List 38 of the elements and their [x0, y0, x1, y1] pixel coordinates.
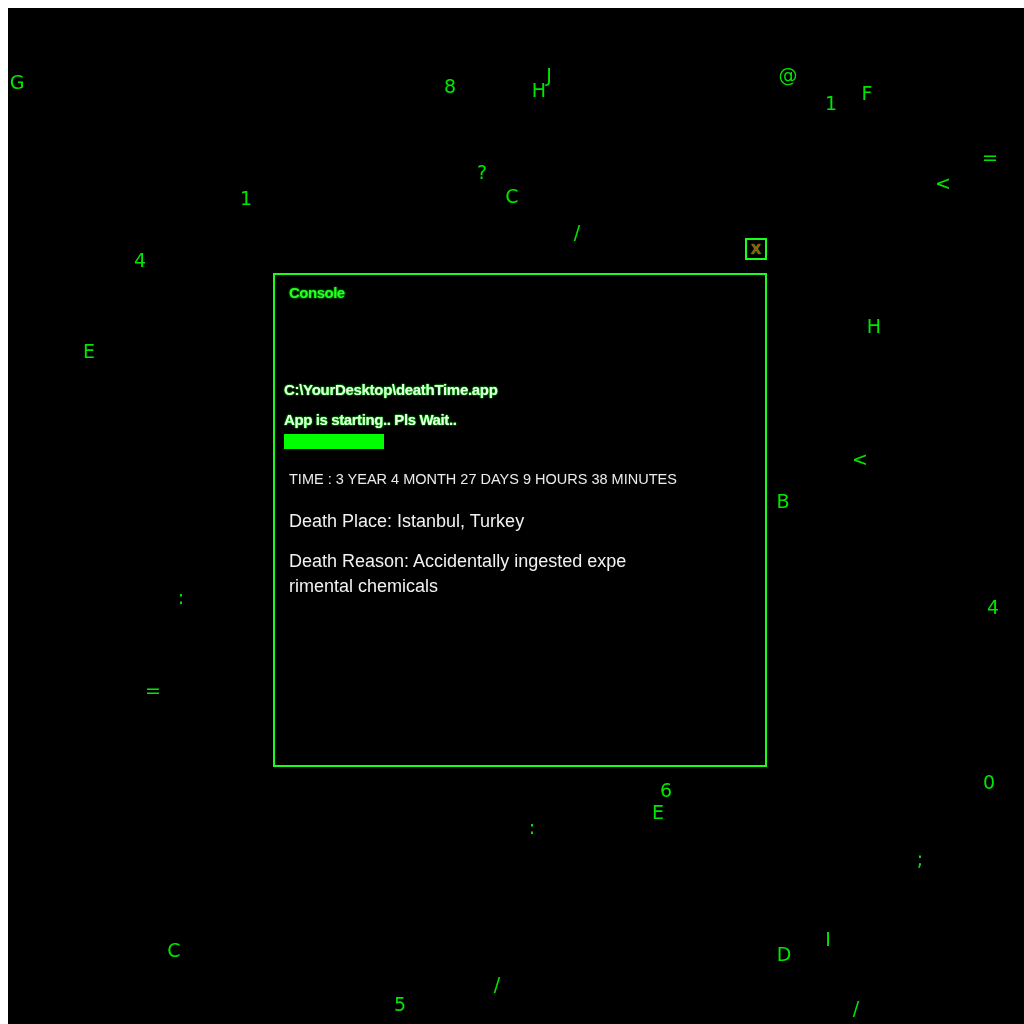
- matrix-character: 6: [659, 780, 673, 800]
- close-button[interactable]: X: [745, 238, 767, 260]
- matrix-character: ;: [916, 849, 924, 869]
- matrix-character: G: [9, 72, 25, 92]
- matrix-character: F: [861, 83, 873, 103]
- matrix-character: B: [776, 491, 790, 511]
- matrix-character: 8: [443, 76, 457, 96]
- matrix-character: <: [935, 173, 951, 193]
- death-place-text: Death Place: Istanbul, Turkey: [289, 510, 525, 533]
- matrix-character: J: [546, 65, 552, 85]
- matrix-character: @: [778, 65, 798, 85]
- matrix-character: /: [493, 974, 501, 994]
- matrix-character: E: [83, 341, 95, 361]
- file-path-text: C:\YourDesktop\deathTime.app: [284, 380, 498, 400]
- matrix-character: ?: [476, 162, 488, 182]
- matrix-character: 1: [824, 93, 838, 113]
- matrix-character: =: [982, 147, 998, 167]
- death-reason-text: Death Reason: Accidentally ingested expe rimental chemicals: [289, 550, 627, 598]
- matrix-character: D: [776, 944, 792, 964]
- matrix-character: H: [866, 316, 882, 336]
- matrix-character: C: [167, 940, 181, 960]
- matrix-character: C: [505, 186, 519, 206]
- matrix-character: /: [852, 998, 860, 1018]
- matrix-character: E: [652, 802, 664, 822]
- matrix-character: =: [145, 680, 161, 700]
- matrix-character: <: [852, 449, 868, 469]
- loading-status-text: App is starting.. Pls Wait..: [284, 410, 457, 430]
- time-remaining-text: TIME : 3 YEAR 4 MONTH 27 DAYS 9 HOURS 38 MINUTES: [289, 470, 677, 488]
- matrix-character: :: [528, 817, 536, 837]
- matrix-character: 4: [986, 597, 1000, 617]
- matrix-character: 5: [393, 994, 407, 1014]
- matrix-character: 0: [982, 772, 996, 792]
- matrix-character: /: [573, 222, 581, 242]
- matrix-character: 4: [133, 250, 147, 270]
- matrix-character: 1: [239, 188, 253, 208]
- matrix-character: :: [177, 587, 185, 607]
- matrix-character: I: [825, 929, 831, 949]
- console-title: Console: [289, 283, 345, 303]
